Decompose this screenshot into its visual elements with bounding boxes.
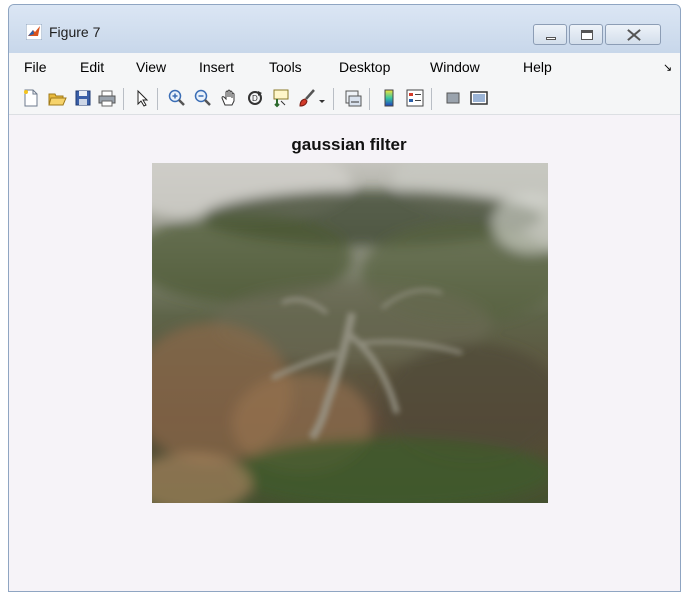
hide-plot-tools-icon[interactable] bbox=[443, 88, 463, 108]
new-figure-icon[interactable] bbox=[21, 88, 41, 108]
menu-view[interactable]: View bbox=[136, 59, 166, 75]
legend-icon[interactable] bbox=[405, 88, 425, 108]
data-cursor-icon[interactable] bbox=[271, 88, 291, 108]
toolbar-separator bbox=[369, 88, 370, 110]
close-button[interactable] bbox=[605, 24, 661, 45]
menu-bar: File Edit View Insert Tools Desktop Wind… bbox=[9, 53, 680, 81]
brush-icon[interactable] bbox=[297, 88, 317, 108]
figure-canvas: gaussian filter bbox=[9, 115, 680, 591]
svg-text:D: D bbox=[252, 94, 258, 103]
blurred-cypress-tree-photo bbox=[152, 163, 548, 503]
minimize-button[interactable] bbox=[533, 24, 567, 45]
menu-window[interactable]: Window bbox=[430, 59, 480, 75]
figure-window: Figure 7 File Edit View Insert Tools Des… bbox=[8, 4, 681, 592]
brush-dropdown-icon[interactable] bbox=[317, 88, 327, 108]
title-bar[interactable]: Figure 7 bbox=[9, 5, 680, 53]
menu-arrow-icon[interactable]: ↘ bbox=[663, 61, 672, 74]
rotate-3d-icon[interactable]: D bbox=[245, 88, 265, 108]
toolbar-separator bbox=[431, 88, 432, 110]
show-plot-tools-icon[interactable] bbox=[469, 88, 489, 108]
menu-file[interactable]: File bbox=[24, 59, 47, 75]
menu-edit[interactable]: Edit bbox=[80, 59, 104, 75]
toolbar-separator bbox=[333, 88, 334, 110]
open-file-icon[interactable] bbox=[47, 88, 67, 108]
zoom-in-icon[interactable] bbox=[167, 88, 187, 108]
toolbar-separator bbox=[123, 88, 124, 110]
matlab-logo-icon bbox=[25, 23, 43, 41]
pan-hand-icon[interactable] bbox=[219, 88, 239, 108]
menu-desktop[interactable]: Desktop bbox=[339, 59, 390, 75]
colorbar-icon[interactable] bbox=[379, 88, 399, 108]
link-plot-icon[interactable] bbox=[343, 88, 363, 108]
toolbar-separator bbox=[157, 88, 158, 110]
plot-title: gaussian filter bbox=[291, 135, 407, 154]
menu-insert[interactable]: Insert bbox=[199, 59, 234, 75]
window-title: Figure 7 bbox=[49, 24, 101, 40]
zoom-out-icon[interactable] bbox=[193, 88, 213, 108]
menu-tools[interactable]: Tools bbox=[269, 59, 302, 75]
save-icon[interactable] bbox=[73, 88, 93, 108]
print-icon[interactable] bbox=[97, 88, 117, 108]
maximize-button[interactable] bbox=[569, 24, 603, 45]
menu-help[interactable]: Help bbox=[523, 59, 552, 75]
figure-toolbar: D bbox=[9, 80, 680, 115]
edit-plot-arrow-icon[interactable] bbox=[133, 88, 153, 108]
